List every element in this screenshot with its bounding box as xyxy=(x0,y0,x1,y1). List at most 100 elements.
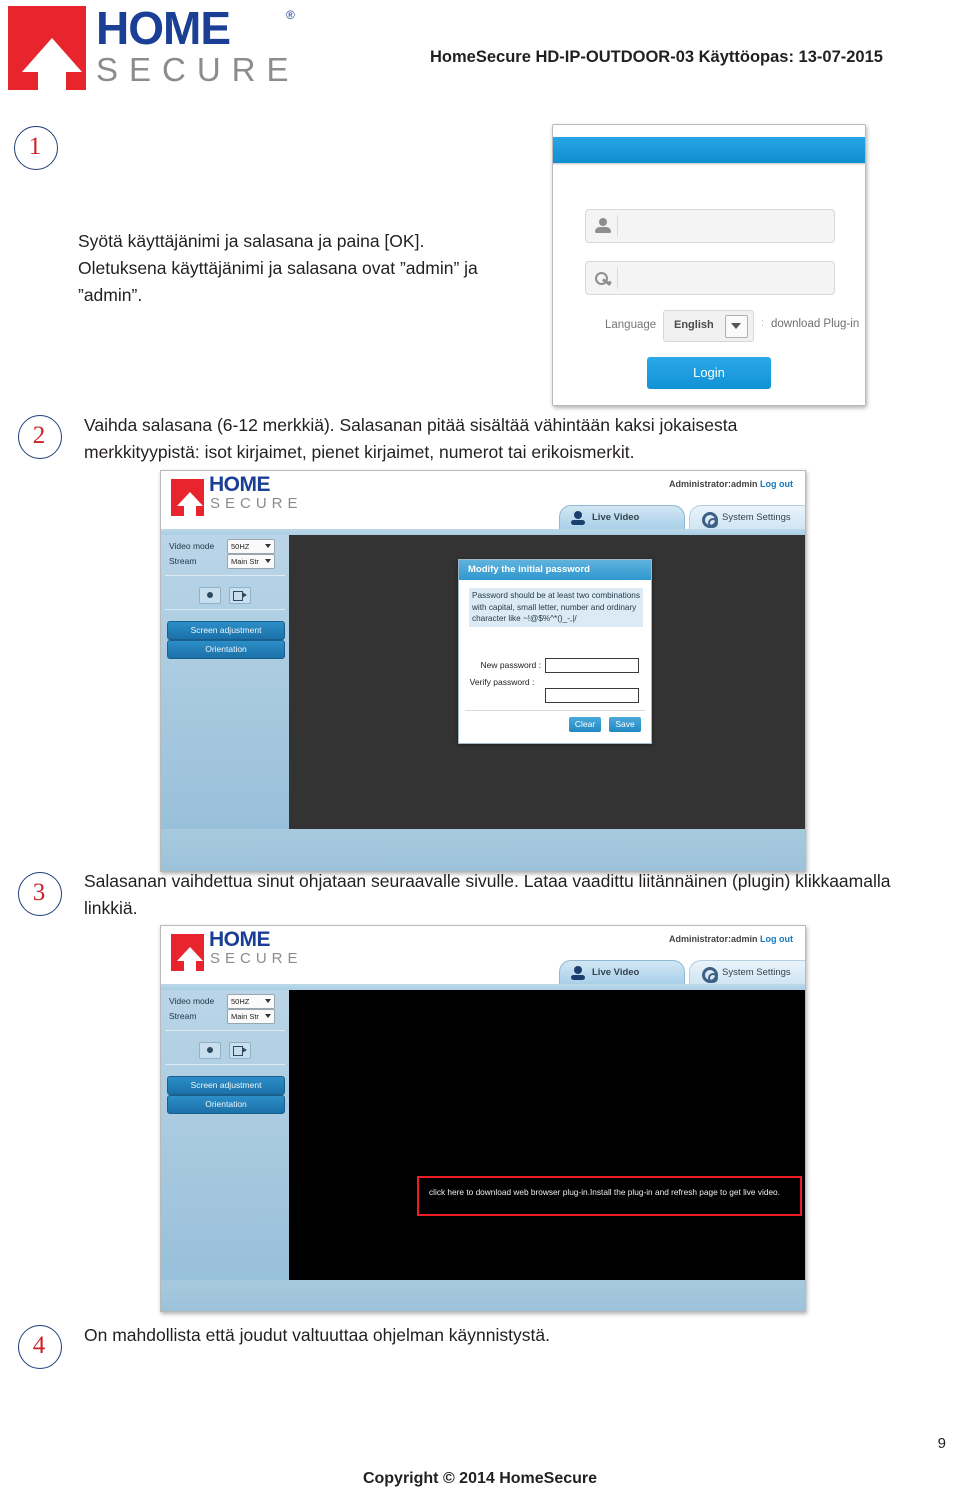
logo-house-roof-icon xyxy=(22,38,82,72)
logout-link[interactable]: Log out xyxy=(760,934,793,944)
logo-house-body-icon xyxy=(184,961,196,971)
login-panel: Language English : download Plug-in Logi… xyxy=(553,169,865,405)
camera-icon xyxy=(571,511,585,525)
modal-divider xyxy=(465,710,645,711)
logo-house-roof-icon xyxy=(177,492,203,506)
page-header: HOME ® SECURE HomeSecure HD-IP-OUTDOOR-0… xyxy=(0,0,960,100)
tab-live-video[interactable]: Live Video xyxy=(559,960,685,985)
gear-icon xyxy=(701,511,718,528)
stream-label: Stream xyxy=(169,556,197,566)
language-value: English xyxy=(674,319,714,331)
plugin-download-banner[interactable]: click here to download web browser plug-… xyxy=(417,1176,802,1216)
logo-home-text: HOME xyxy=(209,928,271,951)
chevron-down-icon xyxy=(265,559,271,563)
screen-adjustment-button[interactable]: Screen adjustment xyxy=(167,1076,285,1095)
sidebar-divider xyxy=(165,609,285,610)
video-mode-label: Video mode xyxy=(169,996,215,1006)
language-select[interactable]: English xyxy=(663,310,754,342)
verify-password-input[interactable] xyxy=(545,688,639,703)
stream-select[interactable]: Main Str xyxy=(227,554,275,569)
admin-label: Administrator:admin xyxy=(668,479,758,489)
tab-label: System Settings xyxy=(722,967,791,978)
camera-ui-header: HOME SECURE Administrator:admin Log out … xyxy=(161,926,805,985)
video-record-icon[interactable] xyxy=(229,587,251,604)
admin-status: Administrator:admin Log out xyxy=(669,479,793,489)
video-mode-label: Video mode xyxy=(169,541,215,551)
video-viewport: Modify the initial password Password sho… xyxy=(289,535,805,829)
password-field[interactable] xyxy=(585,261,835,295)
page-number: 9 xyxy=(937,1435,946,1452)
language-row: Language English : download Plug-in xyxy=(553,309,865,343)
step-3-text: Salasanan vaihdettua sinut ohjataan seur… xyxy=(84,871,891,918)
sidebar-divider xyxy=(165,1030,285,1031)
logo-house-roof-icon xyxy=(177,947,203,961)
verify-password-label: Verify password : xyxy=(469,677,535,687)
logout-link[interactable]: Log out xyxy=(760,479,793,489)
logo-home-text: HOME xyxy=(209,473,271,496)
step-marker-3: 3 xyxy=(18,872,64,918)
camera-ui-header: HOME SECURE Administrator:admin Log out … xyxy=(161,471,805,530)
logo-house-body-icon xyxy=(38,70,66,92)
logo-secure-text: SECURE xyxy=(96,51,300,88)
login-titlebar xyxy=(553,137,865,163)
user-icon xyxy=(594,217,612,235)
modal-title-bar: Modify the initial password xyxy=(459,560,651,580)
download-plugin-link[interactable]: download Plug-in xyxy=(771,318,859,330)
chevron-down-icon[interactable] xyxy=(725,315,748,338)
orientation-button[interactable]: Orientation xyxy=(167,1095,285,1114)
video-mode-select[interactable]: 50HZ xyxy=(227,994,275,1009)
video-mode-value: 50HZ xyxy=(231,542,250,551)
video-mode-select[interactable]: 50HZ xyxy=(227,539,275,554)
camera-snapshot-icon[interactable] xyxy=(199,1042,221,1059)
key-icon xyxy=(594,269,612,287)
step-4-text: On mahdollista että joudut valtuuttaa oh… xyxy=(84,1325,550,1345)
username-field[interactable] xyxy=(585,209,835,243)
document-title: HomeSecure HD-IP-OUTDOOR-03 Käyttöopas: … xyxy=(430,48,883,66)
login-button[interactable]: Login xyxy=(647,357,771,389)
save-button[interactable]: Save xyxy=(609,717,641,732)
step-marker-2: 2 xyxy=(18,415,64,461)
password-rules-text: Password should be at least two combinat… xyxy=(469,588,643,627)
video-mode-value: 50HZ xyxy=(231,997,250,1006)
video-viewport: click here to download web browser plug-… xyxy=(289,990,805,1280)
logo-house-body-icon xyxy=(184,506,196,516)
step-marker-4: 4 xyxy=(18,1325,64,1371)
plugin-banner-text: click here to download web browser plug-… xyxy=(429,1187,780,1197)
camera-snapshot-icon[interactable] xyxy=(199,587,221,604)
step-number: 1 xyxy=(28,133,42,160)
stream-value: Main Str xyxy=(231,557,259,566)
clear-button[interactable]: Clear xyxy=(569,717,601,732)
logo-registered-icon: ® xyxy=(286,8,295,22)
step-number: 3 xyxy=(32,879,46,906)
stream-value: Main Str xyxy=(231,1012,259,1021)
homesecure-logo: HOME ® SECURE xyxy=(8,4,298,94)
camera-ui-screenshot-password: HOME SECURE Administrator:admin Log out … xyxy=(160,470,806,872)
camera-sidebar: Video mode 50HZ Stream Main Str Screen a… xyxy=(161,535,289,871)
new-password-input[interactable] xyxy=(545,658,639,673)
modal-title-text: Modify the initial password xyxy=(468,564,590,575)
admin-label: Administrator:admin xyxy=(668,934,758,944)
camera-sidebar: Video mode 50HZ Stream Main Str Screen a… xyxy=(161,990,289,1311)
camera-footer xyxy=(161,829,805,871)
orientation-button[interactable]: Orientation xyxy=(167,640,285,659)
stream-select[interactable]: Main Str xyxy=(227,1009,275,1024)
tab-live-video[interactable]: Live Video xyxy=(559,505,685,530)
field-divider xyxy=(617,267,618,289)
chevron-down-icon xyxy=(265,544,271,548)
tab-system-settings[interactable]: System Settings xyxy=(689,505,805,530)
step-number: 4 xyxy=(32,1332,46,1359)
camera-footer xyxy=(161,1280,805,1311)
password-modal: Modify the initial password Password sho… xyxy=(458,559,652,744)
copyright-footer: Copyright © 2014 HomeSecure xyxy=(362,1470,598,1487)
video-record-icon[interactable] xyxy=(229,1042,251,1059)
admin-status: Administrator:admin Log out xyxy=(669,934,793,944)
step-1-text: Syötä käyttäjänimi ja salasana ja paina … xyxy=(78,231,478,305)
separator-colon: : xyxy=(761,317,765,329)
tab-system-settings[interactable]: System Settings xyxy=(689,960,805,985)
step-marker-1: 1 xyxy=(14,126,60,172)
screen-adjustment-button[interactable]: Screen adjustment xyxy=(167,621,285,640)
sidebar-divider xyxy=(165,1064,285,1065)
language-label: Language xyxy=(605,319,657,331)
field-divider xyxy=(617,215,618,237)
logo-secure-text: SECURE xyxy=(210,950,303,967)
